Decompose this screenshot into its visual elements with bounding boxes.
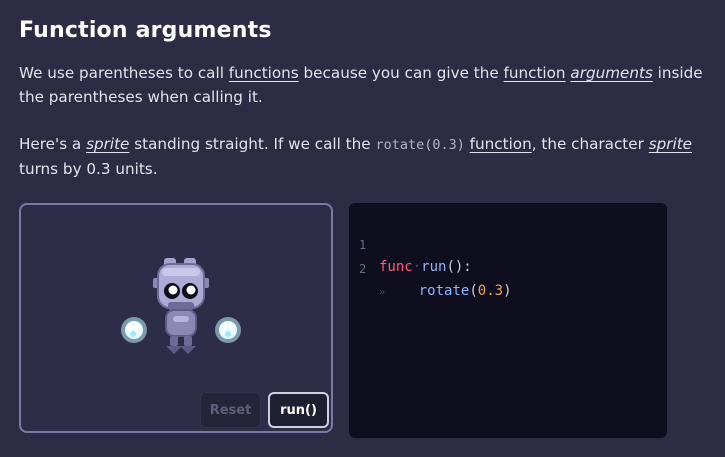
function-link[interactable]: function: [504, 64, 566, 82]
code-line: 1 func·run():: [349, 212, 472, 275]
sprite-text: standing straight. If we call the: [129, 135, 376, 153]
robot-sprite: [121, 258, 241, 354]
whitespace-marker: ·: [412, 259, 422, 275]
page-title: Function arguments: [19, 18, 272, 43]
intro-text: because you can give the: [298, 64, 504, 82]
keyword: func: [379, 259, 413, 275]
arguments-link[interactable]: arguments: [570, 64, 652, 82]
function-call: rotate: [418, 283, 470, 299]
code-line: 2 » rotate(0.3): [349, 236, 512, 299]
sprite-preview-panel: Reset run(): [19, 203, 333, 433]
punctuation: ): [503, 283, 512, 299]
function-name: run: [421, 259, 447, 275]
inline-code-rotate: rotate(0.3): [375, 137, 465, 153]
code-text: » rotate(0.3): [379, 280, 512, 304]
sprite-text: , the character: [531, 135, 649, 153]
sprite-link[interactable]: sprite: [649, 135, 692, 153]
number-argument: 0.3: [477, 283, 504, 299]
sprite-link[interactable]: sprite: [86, 135, 129, 153]
right-fist-icon: [215, 317, 241, 343]
run-button[interactable]: run(): [268, 392, 329, 428]
function-link[interactable]: function: [470, 135, 532, 153]
sprite-paragraph: Here's a sprite standing straight. If we…: [19, 132, 709, 181]
punctuation: ():: [446, 259, 472, 275]
code-editor[interactable]: 1 func·run(): 2 » rotate(0.3): [349, 203, 667, 438]
intro-text: We use parentheses to call: [19, 64, 229, 82]
functions-link[interactable]: functions: [229, 64, 299, 82]
left-fist-icon: [121, 317, 147, 343]
sprite-text: turns by 0.3 units.: [19, 160, 158, 178]
punctuation: (: [469, 283, 478, 299]
code-text: func·run():: [379, 256, 472, 278]
reset-button[interactable]: Reset: [200, 392, 261, 428]
intro-paragraph: We use parentheses to call functions bec…: [19, 61, 709, 109]
line-number: 2: [359, 262, 367, 276]
sprite-text: Here's a: [19, 135, 87, 153]
